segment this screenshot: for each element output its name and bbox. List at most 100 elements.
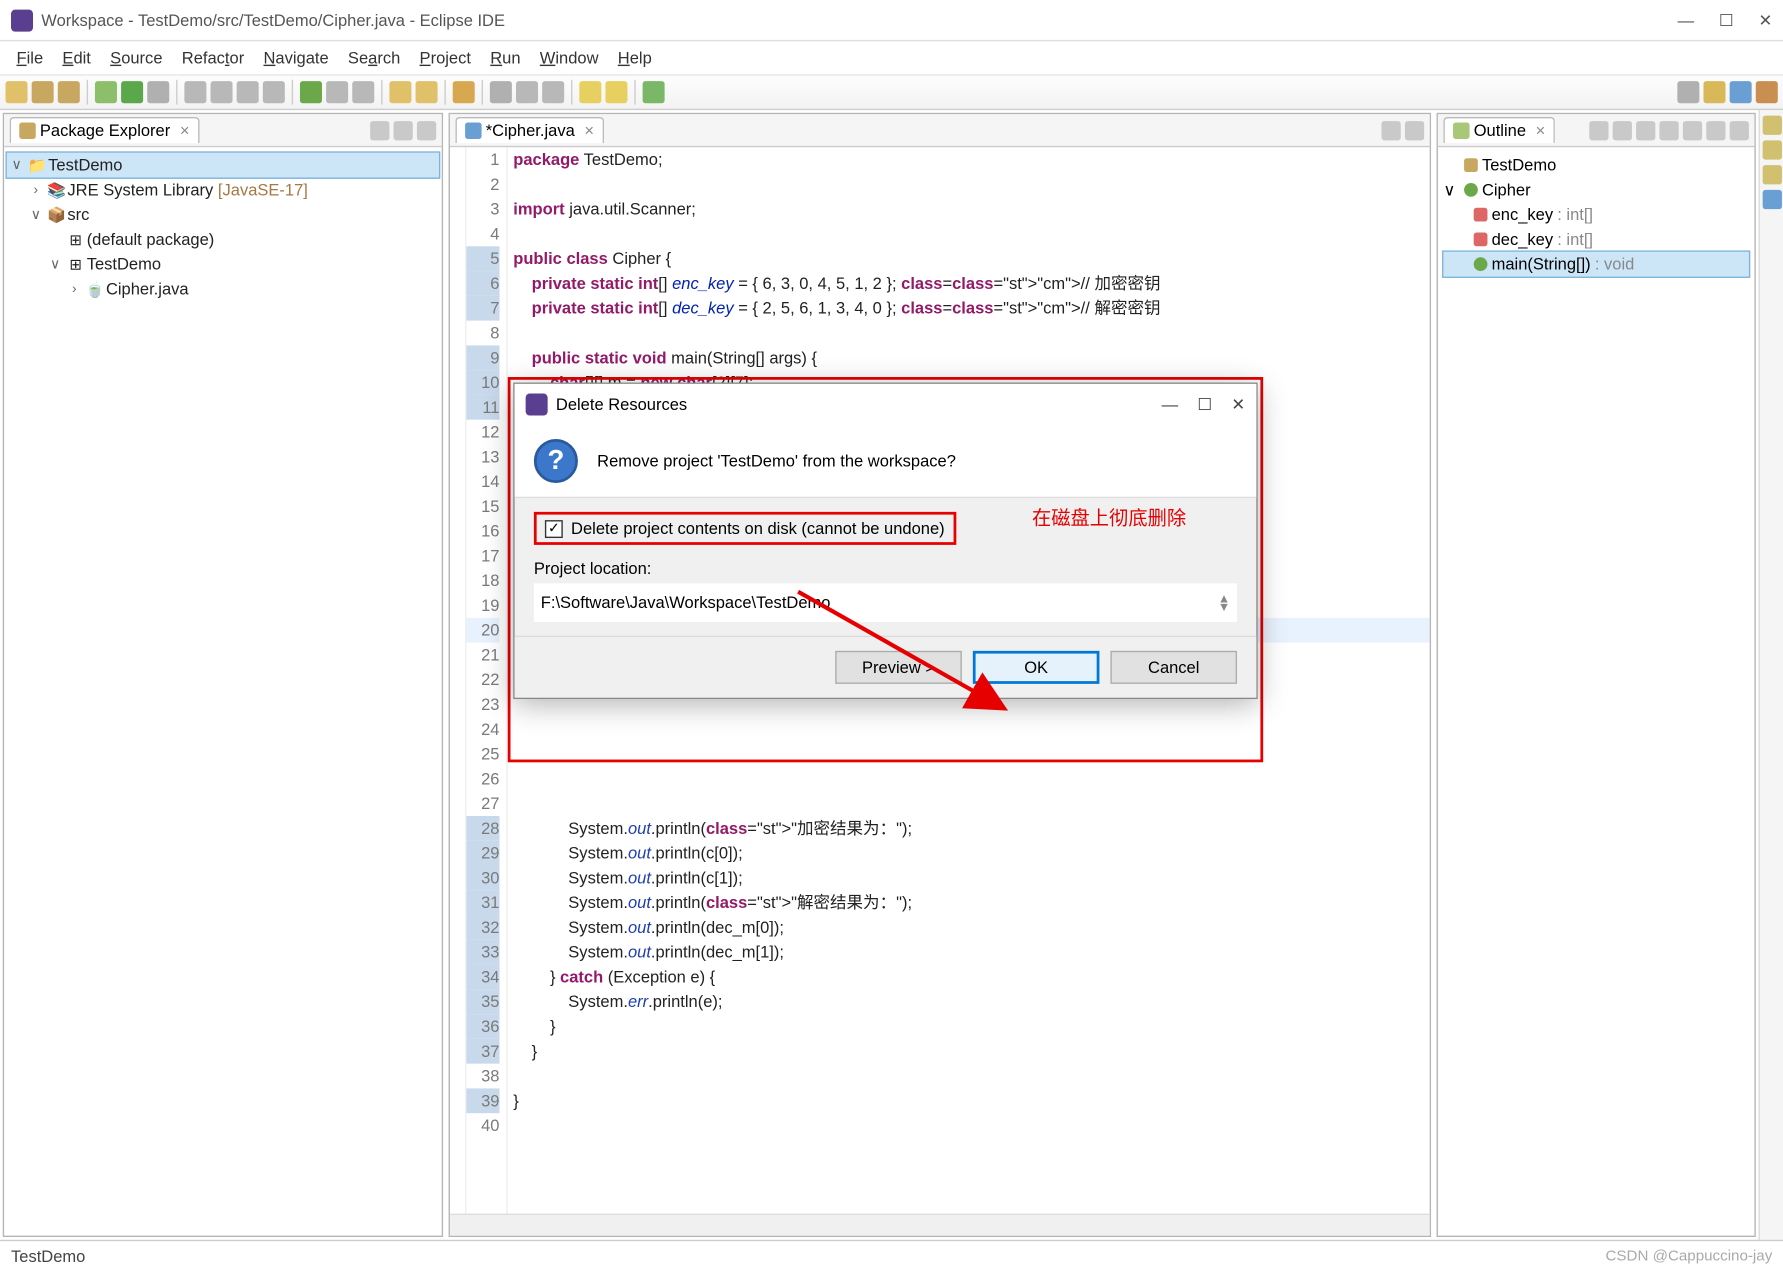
close-outline-icon[interactable]: × xyxy=(1536,121,1546,140)
open-perspective-icon[interactable] xyxy=(1703,81,1725,103)
dialog-titlebar: Delete Resources — ☐ ✕ xyxy=(515,384,1257,425)
delete-contents-label: Delete project contents on disk (cannot … xyxy=(571,519,945,538)
new-icon[interactable] xyxy=(6,81,28,103)
menu-source[interactable]: Source xyxy=(102,45,171,70)
fastview-icon[interactable] xyxy=(1762,165,1781,184)
outline-menu[interactable] xyxy=(1730,120,1749,139)
status-project: TestDemo xyxy=(11,1246,85,1265)
tb-generic[interactable] xyxy=(263,81,285,103)
coverage-icon[interactable] xyxy=(147,81,169,103)
package-tree[interactable]: ∨📁TestDemo ›📚JRE System Library [JavaSE-… xyxy=(4,147,442,1235)
outline-tree[interactable]: TestDemo ∨Cipher enc_key: int[] dec_key:… xyxy=(1438,147,1754,1235)
tb-generic[interactable] xyxy=(516,81,538,103)
fastview-icon[interactable] xyxy=(1762,116,1781,135)
pin-icon[interactable] xyxy=(643,81,665,103)
cancel-button[interactable]: Cancel xyxy=(1110,651,1237,684)
max-icon[interactable] xyxy=(1405,120,1424,139)
outline-tb1[interactable] xyxy=(1589,120,1608,139)
back-icon[interactable] xyxy=(579,81,601,103)
save-all-icon[interactable] xyxy=(58,81,80,103)
tb-generic[interactable] xyxy=(237,81,259,103)
ok-button[interactable]: OK xyxy=(973,651,1100,684)
quick-access-icon[interactable] xyxy=(1677,81,1699,103)
tb-generic[interactable] xyxy=(352,81,374,103)
project-location-field[interactable]: F:\Software\Java\Workspace\TestDemo ▲▼ xyxy=(534,583,1237,622)
close-editor-icon[interactable]: × xyxy=(584,121,594,140)
menu-file[interactable]: File xyxy=(8,45,51,70)
outline-tb3[interactable] xyxy=(1636,120,1655,139)
project-location-label: Project location: xyxy=(534,559,1237,578)
window-titlebar: Workspace - TestDemo/src/TestDemo/Cipher… xyxy=(0,0,1783,41)
outline-dec[interactable]: dec_key: int[] xyxy=(1443,227,1748,252)
java-perspective-icon[interactable] xyxy=(1730,81,1752,103)
delete-contents-row[interactable]: ✓ Delete project contents on disk (canno… xyxy=(534,512,956,545)
run-icon[interactable] xyxy=(121,81,143,103)
debug-perspective-icon[interactable] xyxy=(1756,81,1778,103)
dialog-title: Delete Resources xyxy=(556,395,687,414)
default-package-node[interactable]: ⊞(default package) xyxy=(7,227,439,252)
jre-node[interactable]: ›📚JRE System Library [JavaSE-17] xyxy=(7,178,439,203)
src-node[interactable]: ∨📦src xyxy=(7,202,439,227)
outline-tb4[interactable] xyxy=(1659,120,1678,139)
menu-help[interactable]: Help xyxy=(610,45,660,70)
outline-main[interactable]: main(String[]): void xyxy=(1443,252,1748,277)
spinner-icon[interactable]: ▲▼ xyxy=(1218,594,1230,611)
outline-tab[interactable]: Outline × xyxy=(1443,117,1555,143)
link-editor-icon[interactable] xyxy=(394,120,413,139)
preview-button[interactable]: Preview > xyxy=(835,651,962,684)
debug-icon[interactable] xyxy=(95,81,117,103)
watermark: CSDN @Cappuccino-jay xyxy=(1605,1247,1772,1264)
dialog-close[interactable]: ✕ xyxy=(1231,395,1245,414)
new-package-icon[interactable] xyxy=(416,81,438,103)
menu-edit[interactable]: Edit xyxy=(54,45,99,70)
new-class-icon[interactable] xyxy=(389,81,411,103)
outline-package[interactable]: TestDemo xyxy=(1443,153,1748,178)
file-node[interactable]: ›🍵Cipher.java xyxy=(7,277,439,302)
min-icon[interactable] xyxy=(1382,120,1401,139)
editor-tab-label: *Cipher.java xyxy=(486,121,575,140)
dialog-minimize[interactable]: — xyxy=(1162,395,1179,414)
search-icon[interactable] xyxy=(490,81,512,103)
view-menu-icon[interactable] xyxy=(417,120,436,139)
outline-class[interactable]: ∨Cipher xyxy=(1443,178,1748,203)
editor-tab[interactable]: *Cipher.java × xyxy=(455,117,603,143)
gutter: 1234567891011121314151617181920212223242… xyxy=(466,147,507,1213)
editor-hscroll[interactable] xyxy=(450,1214,1430,1236)
run-last-icon[interactable] xyxy=(300,81,322,103)
package-explorer-panel: Package Explorer × ∨📁TestDemo ›📚JRE Syst… xyxy=(3,113,443,1237)
tb-generic[interactable] xyxy=(326,81,348,103)
tb-generic[interactable] xyxy=(211,81,233,103)
main-toolbar xyxy=(0,74,1783,110)
outline-tb5[interactable] xyxy=(1683,120,1702,139)
save-icon[interactable] xyxy=(32,81,54,103)
package-explorer-tab[interactable]: Package Explorer × xyxy=(10,117,200,143)
package-node[interactable]: ∨⊞TestDemo xyxy=(7,252,439,277)
annotation-text: 在磁盘上彻底删除 xyxy=(1032,504,1186,532)
outline-enc[interactable]: enc_key: int[] xyxy=(1443,202,1748,227)
menu-navigate[interactable]: Navigate xyxy=(255,45,337,70)
outline-tb6[interactable] xyxy=(1706,120,1725,139)
minimize-button[interactable]: — xyxy=(1678,10,1695,29)
tb-generic[interactable] xyxy=(184,81,206,103)
close-button[interactable]: ✕ xyxy=(1758,10,1772,29)
fastview-icon[interactable] xyxy=(1762,140,1781,159)
delete-dialog: Delete Resources — ☐ ✕ ? Remove project … xyxy=(513,383,1257,699)
menu-run[interactable]: Run xyxy=(482,45,529,70)
menu-window[interactable]: Window xyxy=(532,45,607,70)
menu-search[interactable]: Search xyxy=(340,45,409,70)
question-icon: ? xyxy=(534,439,578,483)
close-tab-icon[interactable]: × xyxy=(180,121,190,140)
project-node[interactable]: ∨📁TestDemo xyxy=(7,153,439,178)
tb-generic[interactable] xyxy=(542,81,564,103)
forward-icon[interactable] xyxy=(605,81,627,103)
fastview-icon[interactable] xyxy=(1762,190,1781,209)
delete-contents-checkbox[interactable]: ✓ xyxy=(545,519,563,537)
menu-project[interactable]: Project xyxy=(411,45,479,70)
collapse-all-icon[interactable] xyxy=(370,120,389,139)
dialog-maximize[interactable]: ☐ xyxy=(1197,395,1212,414)
fast-view-bar xyxy=(1759,110,1783,1240)
open-type-icon[interactable] xyxy=(453,81,475,103)
outline-tb2[interactable] xyxy=(1613,120,1632,139)
maximize-button[interactable]: ☐ xyxy=(1719,10,1734,29)
menu-refactor[interactable]: Refactor xyxy=(174,45,253,70)
